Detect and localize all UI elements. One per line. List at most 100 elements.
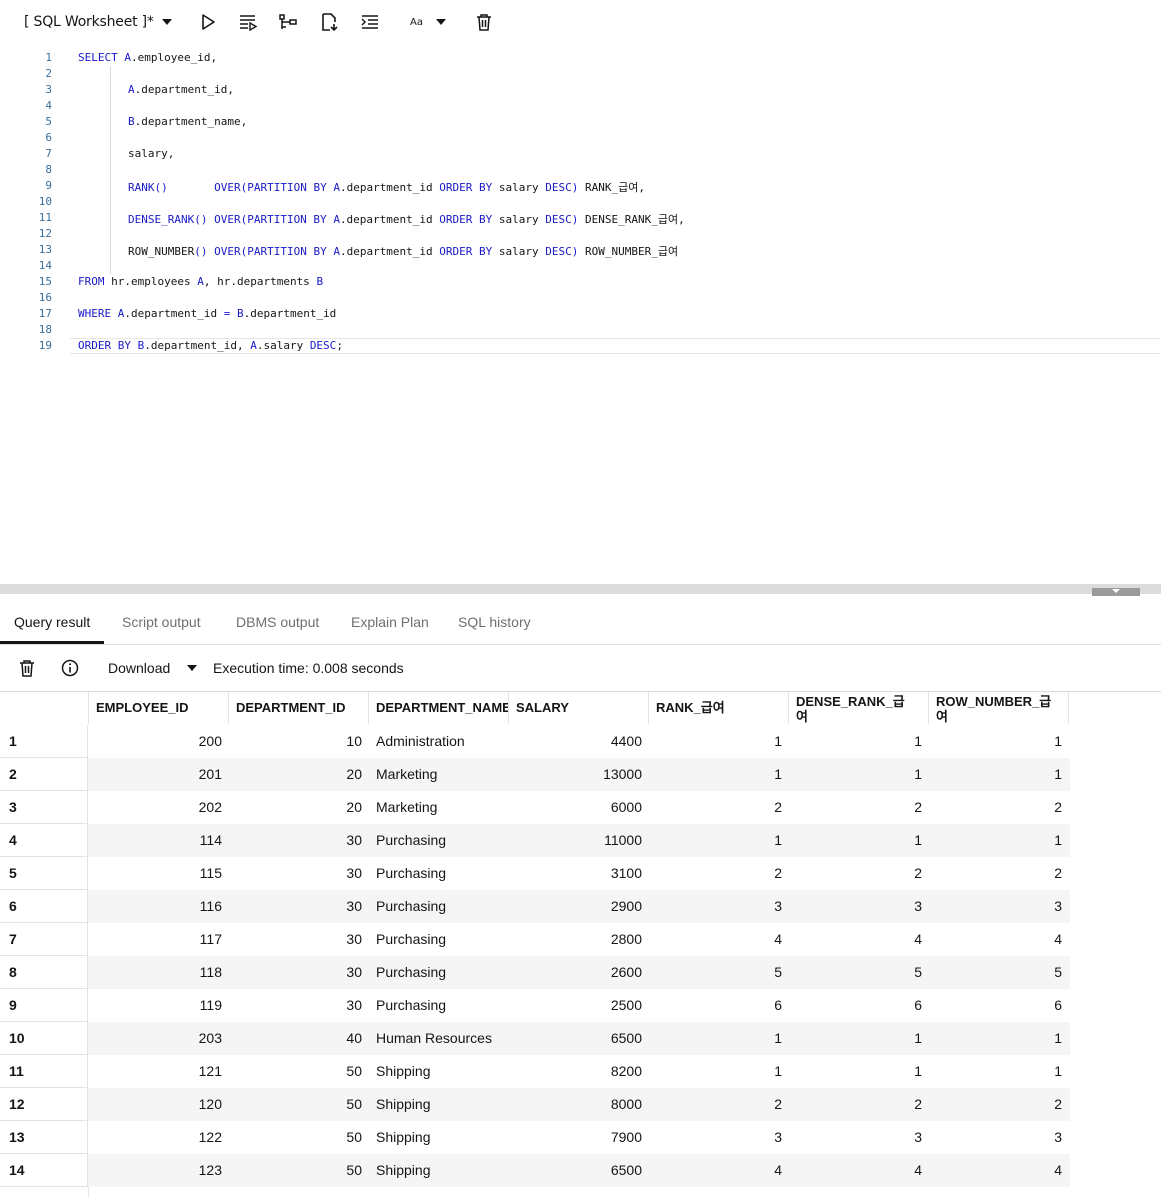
table-cell[interactable]: 6000: [509, 791, 649, 824]
table-cell[interactable]: Purchasing: [369, 857, 509, 890]
table-cell[interactable]: Shipping: [369, 1055, 509, 1088]
table-cell[interactable]: 1: [929, 1055, 1069, 1088]
worksheet-title[interactable]: [ SQL Worksheet ]*: [24, 14, 154, 30]
table-cell[interactable]: 1: [789, 758, 929, 791]
table-cell[interactable]: 3: [649, 1121, 789, 1154]
table-cell[interactable]: 121: [89, 1055, 229, 1088]
table-cell[interactable]: 40: [229, 1022, 369, 1055]
table-cell[interactable]: 4400: [509, 725, 649, 758]
table-row[interactable]: 13 122 50 Shipping 7900 3 3 3: [0, 1121, 1070, 1154]
table-cell[interactable]: 1: [929, 725, 1069, 758]
table-row[interactable]: 6 116 30 Purchasing 2900 3 3 3: [0, 890, 1070, 923]
table-cell[interactable]: Purchasing: [369, 956, 509, 989]
code-line[interactable]: ROW_NUMBER() OVER(PARTITION BY A.departm…: [128, 243, 678, 259]
tab-explain-plan[interactable]: Explain Plan: [351, 614, 429, 630]
table-cell[interactable]: 6: [929, 989, 1069, 1022]
table-cell[interactable]: 2: [789, 1088, 929, 1121]
table-cell[interactable]: 10: [229, 725, 369, 758]
table-cell[interactable]: 123: [89, 1154, 229, 1187]
table-cell[interactable]: 4: [649, 1154, 789, 1187]
table-cell[interactable]: 2900: [509, 890, 649, 923]
table-cell[interactable]: 1: [649, 725, 789, 758]
format-icon[interactable]: [360, 12, 380, 32]
table-cell[interactable]: 3: [789, 1121, 929, 1154]
table-cell[interactable]: 4: [789, 1154, 929, 1187]
table-cell[interactable]: 1: [929, 824, 1069, 857]
table-cell[interactable]: 3: [649, 890, 789, 923]
table-cell[interactable]: 2800: [509, 923, 649, 956]
table-row[interactable]: 8 118 30 Purchasing 2600 5 5 5: [0, 956, 1070, 989]
table-cell[interactable]: 4: [789, 923, 929, 956]
table-cell[interactable]: 1: [649, 824, 789, 857]
code-line[interactable]: A.department_id,: [128, 83, 234, 96]
table-cell[interactable]: 3100: [509, 857, 649, 890]
table-row[interactable]: 14 123 50 Shipping 6500 4 4 4: [0, 1154, 1070, 1187]
table-cell[interactable]: Purchasing: [369, 989, 509, 1022]
table-cell[interactable]: 6: [789, 989, 929, 1022]
font-size-icon[interactable]: Aa: [410, 17, 423, 28]
table-cell[interactable]: 2: [929, 1088, 1069, 1121]
column-header[interactable]: SALARY: [509, 692, 649, 724]
column-header[interactable]: ROW_NUMBER_급여: [929, 692, 1069, 724]
table-cell[interactable]: 30: [229, 857, 369, 890]
code-line[interactable]: ORDER BY B.department_id, A.salary DESC;: [78, 339, 343, 352]
table-cell[interactable]: 6500: [509, 1022, 649, 1055]
table-cell[interactable]: 1: [929, 1022, 1069, 1055]
delete-icon[interactable]: [17, 658, 37, 678]
tab-sql-history[interactable]: SQL history: [458, 614, 531, 630]
table-cell[interactable]: Administration: [369, 725, 509, 758]
table-cell[interactable]: 2: [649, 791, 789, 824]
table-cell[interactable]: 1: [789, 1022, 929, 1055]
table-cell[interactable]: 20: [229, 758, 369, 791]
table-cell[interactable]: 4: [929, 923, 1069, 956]
results-grid[interactable]: EMPLOYEE_ID DEPARTMENT_ID DEPARTMENT_NAM…: [0, 691, 1161, 1197]
table-row[interactable]: 10 203 40 Human Resources 6500 1 1 1: [0, 1022, 1070, 1055]
table-cell[interactable]: 6500: [509, 1154, 649, 1187]
table-cell[interactable]: Shipping: [369, 1154, 509, 1187]
table-cell[interactable]: 1: [649, 758, 789, 791]
table-cell[interactable]: 203: [89, 1022, 229, 1055]
table-cell[interactable]: 3: [929, 890, 1069, 923]
table-row[interactable]: 12 120 50 Shipping 8000 2 2 2: [0, 1088, 1070, 1121]
column-header[interactable]: EMPLOYEE_ID: [89, 692, 229, 724]
autotrace-icon[interactable]: [320, 12, 340, 32]
table-cell[interactable]: 30: [229, 956, 369, 989]
table-cell[interactable]: 118: [89, 956, 229, 989]
table-cell[interactable]: 5: [789, 956, 929, 989]
table-row[interactable]: 11 121 50 Shipping 8200 1 1 1: [0, 1055, 1070, 1088]
table-cell[interactable]: Purchasing: [369, 890, 509, 923]
table-row[interactable]: 3 202 20 Marketing 6000 2 2 2: [0, 791, 1070, 824]
splitter-handle[interactable]: [1092, 588, 1140, 596]
table-cell[interactable]: 116: [89, 890, 229, 923]
table-cell[interactable]: Shipping: [369, 1088, 509, 1121]
table-cell[interactable]: 2: [929, 857, 1069, 890]
clear-icon[interactable]: [474, 12, 494, 32]
column-header[interactable]: DEPARTMENT_ID: [229, 692, 369, 724]
table-cell[interactable]: 1: [649, 1055, 789, 1088]
column-header[interactable]: DEPARTMENT_NAME: [369, 692, 509, 724]
table-cell[interactable]: Marketing: [369, 758, 509, 791]
table-cell[interactable]: 11000: [509, 824, 649, 857]
table-cell[interactable]: 30: [229, 890, 369, 923]
table-cell[interactable]: 1: [789, 1055, 929, 1088]
table-cell[interactable]: 2: [649, 1088, 789, 1121]
table-cell[interactable]: 6: [649, 989, 789, 1022]
table-row[interactable]: 1 200 10 Administration 4400 1 1 1: [0, 725, 1070, 758]
table-cell[interactable]: 50: [229, 1121, 369, 1154]
table-cell[interactable]: 202: [89, 791, 229, 824]
chevron-down-icon[interactable]: [162, 19, 172, 25]
table-cell[interactable]: 2600: [509, 956, 649, 989]
code-line[interactable]: salary,: [128, 147, 174, 160]
chevron-down-icon[interactable]: [187, 665, 197, 671]
explain-plan-icon[interactable]: [278, 12, 298, 32]
table-cell[interactable]: 120: [89, 1088, 229, 1121]
table-cell[interactable]: 200: [89, 725, 229, 758]
table-cell[interactable]: 115: [89, 857, 229, 890]
table-row[interactable]: 7 117 30 Purchasing 2800 4 4 4: [0, 923, 1070, 956]
table-cell[interactable]: 201: [89, 758, 229, 791]
table-cell[interactable]: 5: [929, 956, 1069, 989]
table-cell[interactable]: 122: [89, 1121, 229, 1154]
column-header[interactable]: RANK_급여: [649, 692, 789, 724]
table-row[interactable]: 5 115 30 Purchasing 3100 2 2 2: [0, 857, 1070, 890]
table-row[interactable]: 9 119 30 Purchasing 2500 6 6 6: [0, 989, 1070, 1022]
